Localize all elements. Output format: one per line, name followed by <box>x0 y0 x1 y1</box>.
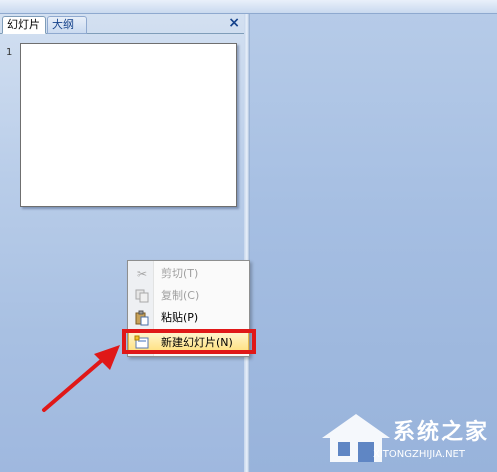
watermark-title: 系统之家 <box>393 420 490 445</box>
top-ribbon-edge <box>0 0 497 14</box>
paste-icon <box>134 310 150 326</box>
menu-item-label: 粘贴(P) <box>161 311 199 324</box>
annotation-highlight-box <box>122 329 256 354</box>
close-pane-icon[interactable]: × <box>228 15 240 31</box>
menu-item-label: 复制(C) <box>161 289 200 302</box>
annotation-arrow-icon <box>42 345 120 412</box>
menu-item-label: 剪切(T) <box>161 267 199 280</box>
pane-tab-bar: 幻灯片 大纲 × <box>0 14 246 34</box>
scissors-icon: ✂ <box>136 267 148 281</box>
copy-icon <box>134 288 150 304</box>
menu-item-copy[interactable]: 复制(C) <box>128 285 249 307</box>
menu-item-cut[interactable]: ✂ 剪切(T) <box>128 263 249 285</box>
watermark-subtitle: XITONGZHIJIA.NET <box>373 449 465 460</box>
slide-edit-area[interactable] <box>250 14 497 472</box>
menu-item-paste[interactable]: 粘贴(P) <box>128 307 249 329</box>
tab-outline[interactable]: 大纲 <box>47 16 87 34</box>
tab-slides[interactable]: 幻灯片 <box>2 16 46 34</box>
slide-number: 1 <box>6 47 13 58</box>
slide-thumbnail[interactable] <box>20 43 237 207</box>
